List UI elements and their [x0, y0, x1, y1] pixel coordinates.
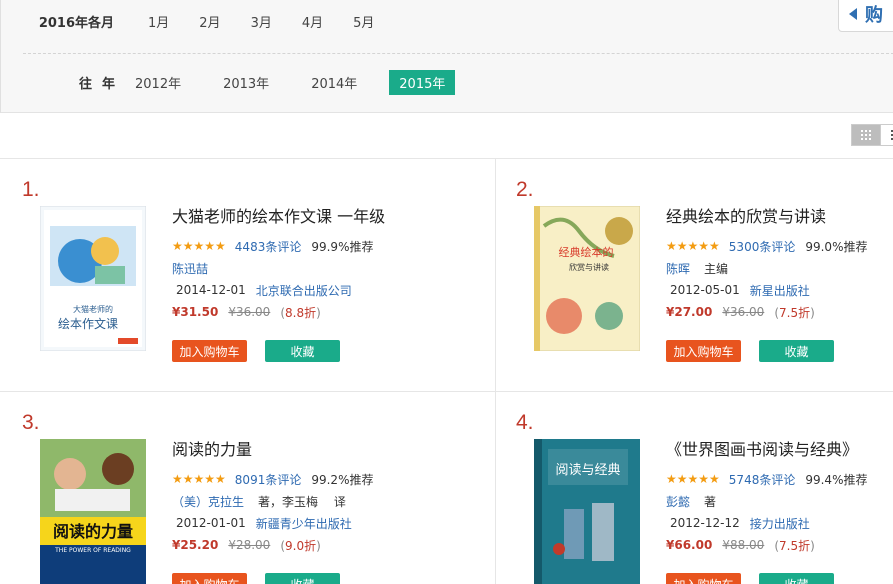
- book-info: 《世界图画书阅读与经典》 ★★★★★ 5748条评论 99.4%推荐 彭懿 著 …: [666, 436, 893, 556]
- book-card: 3. 阅读的力量 THE POWER OF READING 阅读的力量 ★★★★…: [22, 411, 402, 584]
- rank-number: 3.: [22, 411, 40, 434]
- year-option-2012[interactable]: 2012年: [125, 70, 191, 95]
- month-option-4[interactable]: 4月: [302, 12, 323, 31]
- month-option-2[interactable]: 2月: [199, 12, 220, 31]
- rank-number: 2.: [516, 178, 534, 201]
- book-info: 阅读的力量 ★★★★★ 8091条评论 99.2%推荐 （美）克拉生 著，李玉梅…: [172, 436, 412, 556]
- book-title[interactable]: 大猫老师的绘本作文课 一年级: [172, 203, 412, 227]
- svg-text:欣赏与讲读: 欣赏与讲读: [569, 262, 609, 272]
- publish-date: 2014-12-01: [176, 283, 246, 297]
- list-view-button[interactable]: [881, 124, 893, 146]
- book-card: 2. 经典绘本的 欣赏与讲读 经典绘本的欣赏与讲读 ★★★★★ 5300条评论 …: [516, 178, 893, 378]
- svg-text:THE POWER OF READING: THE POWER OF READING: [54, 547, 131, 554]
- review-count-link[interactable]: 8091条评论: [235, 471, 302, 488]
- original-price: ¥36.00: [228, 305, 271, 319]
- star-rating-icon: ★★★★★: [172, 472, 226, 486]
- original-price: ¥88.00: [722, 538, 765, 552]
- book-card: 1. 大猫老师的 绘本作文课 大猫老师的绘本作文课 一年级 ★★★★★ 4483…: [22, 178, 402, 378]
- current-price: ¥25.20: [172, 538, 219, 552]
- book-info: 经典绘本的欣赏与讲读 ★★★★★ 5300条评论 99.0%推荐 陈晖 主编 2…: [666, 203, 893, 323]
- book-title[interactable]: 经典绘本的欣赏与讲读: [666, 203, 893, 227]
- book-cover[interactable]: 大猫老师的 绘本作文课: [40, 206, 146, 351]
- recommend-rate: 99.0%推荐: [805, 239, 868, 254]
- year-filter-row: 往年 2012年 2013年 2014年 2015年: [1, 68, 456, 96]
- star-rating-icon: ★★★★★: [666, 472, 720, 486]
- book-cover[interactable]: 经典绘本的 欣赏与讲读: [534, 206, 640, 351]
- month-option-3[interactable]: 3月: [251, 12, 272, 31]
- svg-text:经典绘本的: 经典绘本的: [559, 245, 614, 259]
- grid-row-divider: [0, 391, 893, 392]
- book-cover[interactable]: 阅读的力量 THE POWER OF READING: [40, 439, 146, 584]
- author-link[interactable]: 陈晖: [666, 260, 690, 277]
- add-to-cart-button[interactable]: 加入购物车: [172, 340, 247, 362]
- publisher-link[interactable]: 新疆青少年出版社: [256, 515, 352, 532]
- discount-label: (9.0折): [280, 538, 321, 553]
- book-info: 大猫老师的绘本作文课 一年级 ★★★★★ 4483条评论 99.9%推荐 陈迅喆…: [172, 203, 412, 323]
- author-link[interactable]: （美）克拉生: [172, 493, 244, 510]
- discount-label: (7.5折): [774, 305, 815, 320]
- current-price: ¥31.50: [172, 305, 219, 319]
- month-filter-label: 2016年各月: [38, 15, 114, 31]
- original-price: ¥28.00: [228, 538, 271, 552]
- date-filter-panel: 2016年各月 1月 2月 3月 4月 5月 往年 2012年 2013年 20…: [0, 0, 893, 113]
- author-link[interactable]: 彭懿: [666, 493, 690, 510]
- original-price: ¥36.00: [722, 305, 765, 319]
- add-to-cart-button[interactable]: 加入购物车: [172, 573, 247, 584]
- review-count-link[interactable]: 5300条评论: [729, 238, 796, 255]
- svg-text:阅读与经典: 阅读与经典: [555, 463, 620, 478]
- review-count-link[interactable]: 4483条评论: [235, 238, 302, 255]
- favorite-button[interactable]: 收藏: [265, 340, 340, 362]
- discount-label: (7.5折): [774, 538, 815, 553]
- author-role: 主编: [704, 261, 729, 276]
- publisher-link[interactable]: 接力出版社: [750, 515, 810, 532]
- year-filter-label: 往年: [78, 76, 125, 92]
- book-cover[interactable]: 阅读与经典: [534, 439, 640, 584]
- grid-icon: [861, 130, 871, 140]
- author-link[interactable]: 陈迅喆: [172, 260, 208, 277]
- author-role: 著: [704, 494, 717, 509]
- year-option-2014[interactable]: 2014年: [301, 70, 367, 95]
- star-rating-icon: ★★★★★: [172, 239, 226, 253]
- review-count-link[interactable]: 5748条评论: [729, 471, 796, 488]
- svg-text:绘本作文课: 绘本作文课: [58, 316, 118, 331]
- floating-cart-text: 购: [865, 5, 883, 26]
- publish-date: 2012-01-01: [176, 516, 246, 530]
- current-price: ¥27.00: [666, 305, 713, 319]
- add-to-cart-button[interactable]: 加入购物车: [666, 573, 741, 584]
- publisher-link[interactable]: 新星出版社: [750, 282, 810, 299]
- favorite-button[interactable]: 收藏: [265, 573, 340, 584]
- recommend-rate: 99.4%推荐: [805, 472, 868, 487]
- rank-number: 4.: [516, 411, 534, 434]
- arrow-left-icon: [849, 8, 857, 20]
- publish-date: 2012-05-01: [670, 283, 740, 297]
- grid-view-button[interactable]: [851, 124, 881, 146]
- author-role: 著，李玉梅 译: [258, 494, 346, 509]
- view-toggle: [851, 124, 893, 146]
- grid-top-border: [0, 158, 893, 159]
- svg-text:阅读的力量: 阅读的力量: [53, 522, 133, 541]
- star-rating-icon: ★★★★★: [666, 239, 720, 253]
- year-option-2013[interactable]: 2013年: [213, 70, 279, 95]
- add-to-cart-button[interactable]: 加入购物车: [666, 340, 741, 362]
- favorite-button[interactable]: 收藏: [759, 340, 834, 362]
- publisher-link[interactable]: 北京联合出版公司: [256, 282, 352, 299]
- floating-cart-tab[interactable]: 购: [838, 0, 893, 32]
- book-title[interactable]: 《世界图画书阅读与经典》: [666, 436, 893, 460]
- month-option-1[interactable]: 1月: [148, 12, 169, 31]
- rank-number: 1.: [22, 178, 40, 201]
- svg-text:大猫老师的: 大猫老师的: [73, 304, 113, 314]
- recommend-rate: 99.2%推荐: [311, 472, 374, 487]
- discount-label: (8.8折): [280, 305, 321, 320]
- year-option-2015[interactable]: 2015年: [389, 69, 456, 95]
- filter-divider: [23, 53, 893, 54]
- current-price: ¥66.00: [666, 538, 713, 552]
- month-option-5[interactable]: 5月: [353, 12, 374, 31]
- book-title[interactable]: 阅读的力量: [172, 436, 412, 460]
- publish-date: 2012-12-12: [670, 516, 740, 530]
- book-card: 4. 阅读与经典 《世界图画书阅读与经典》 ★★★★★ 5748条评论 99.4…: [516, 411, 893, 584]
- favorite-button[interactable]: 收藏: [759, 573, 834, 584]
- grid-column-divider: [495, 158, 496, 584]
- month-filter-row: 2016年各月 1月 2月 3月 4月 5月: [1, 7, 375, 35]
- recommend-rate: 99.9%推荐: [311, 239, 374, 254]
